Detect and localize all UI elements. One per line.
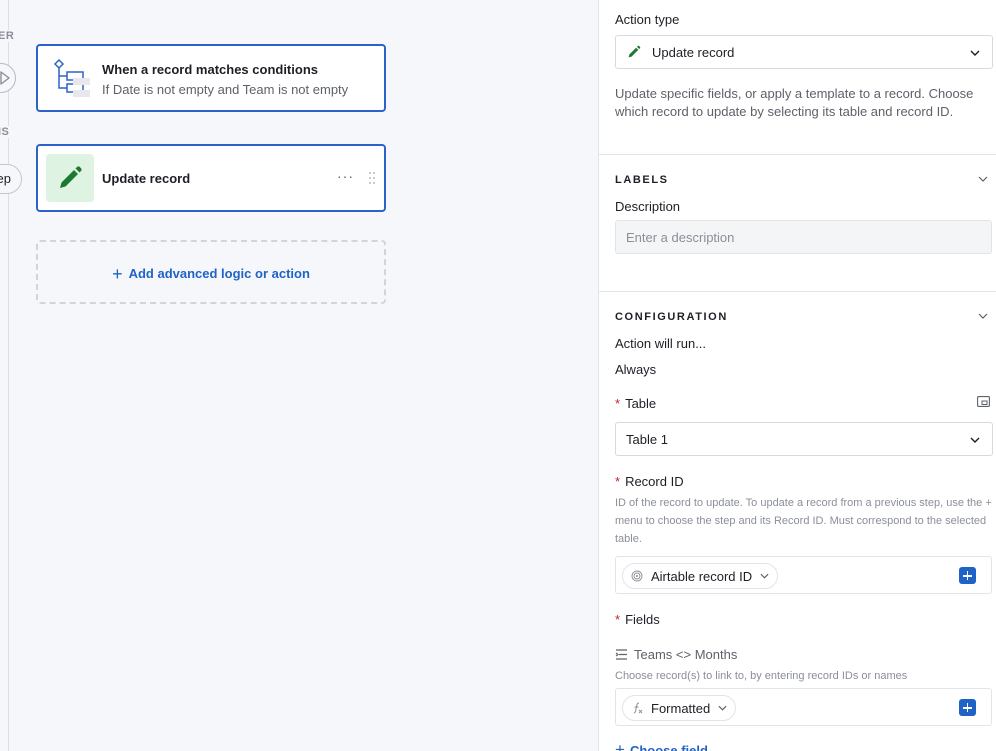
field-name: Teams <> Months [634, 647, 738, 662]
divider [599, 154, 996, 155]
insert-value-button[interactable] [959, 699, 976, 716]
record-id-help: ID of the record to update. To update a … [615, 497, 992, 545]
chevron-down-icon [760, 573, 769, 579]
formula-icon [633, 702, 643, 714]
rail-line [8, 0, 9, 751]
trigger-card[interactable]: When a record matches conditions If Date… [36, 44, 386, 112]
chevron-down-icon [718, 705, 727, 711]
trigger-title: When a record matches conditions [102, 62, 318, 77]
add-logic-label: Add advanced logic or action [128, 266, 310, 281]
conditions-trigger-icon [53, 58, 90, 97]
fields-label: * Fields [615, 612, 992, 627]
description-label: Description [615, 199, 681, 214]
record-id-token-label: Airtable record ID [651, 568, 753, 584]
play-icon [0, 71, 10, 85]
run-condition-value: Always [615, 362, 657, 377]
update-record-card[interactable]: Update record ··· [36, 144, 386, 212]
required-marker: * [615, 474, 621, 489]
chevron-down-icon[interactable] [978, 176, 988, 182]
choose-field-button[interactable]: + Choose field [615, 740, 992, 751]
action-config-panel: Action type Update record Update specifi… [598, 0, 996, 751]
plus-icon: + [112, 264, 123, 284]
chevron-down-icon[interactable] [978, 313, 988, 319]
action-type-label: Action type [615, 12, 680, 27]
record-id-token[interactable]: Airtable record ID [622, 563, 779, 589]
table-label: * Table [615, 396, 992, 411]
record-id-field[interactable]: Airtable record ID [615, 556, 992, 594]
required-marker: * [615, 396, 621, 411]
action-title: Update record [102, 171, 191, 186]
fields-label-text: Fields [625, 612, 660, 627]
test-step-button[interactable]: ep [0, 164, 22, 194]
table-select[interactable]: Table 1 [615, 422, 993, 456]
choose-field-label: Choose field [629, 743, 708, 751]
add-logic-button[interactable]: + Add advanced logic or action [36, 240, 386, 304]
linked-record-icon [615, 649, 627, 660]
record-id-label: * Record ID [615, 474, 992, 489]
action-type-description: Update specific fields, or apply a templ… [615, 86, 974, 119]
pencil-icon [628, 45, 641, 58]
actions-rail-label: IS [0, 126, 10, 138]
action-icon-tile [46, 154, 94, 202]
workflow-canvas: ER IS ep When a record matches condition… [0, 0, 598, 751]
formatted-token[interactable]: Formatted [622, 695, 737, 721]
configuration-section-heading[interactable]: CONFIGURATION [615, 311, 992, 323]
required-marker: * [615, 612, 621, 627]
record-id-label-text: Record ID [625, 474, 684, 489]
field-name-row: Teams <> Months [615, 647, 992, 662]
open-table-icon[interactable] [977, 396, 990, 407]
table-select-value: Table 1 [626, 432, 668, 447]
plus-icon: + [615, 740, 625, 751]
fingerprint-icon [631, 570, 643, 582]
trigger-rail-label: ER [0, 30, 15, 42]
insert-value-button[interactable] [959, 567, 976, 584]
run-condition-label: Action will run... [615, 336, 707, 351]
description-input-wrap [615, 220, 992, 254]
pencil-icon [60, 166, 82, 188]
action-type-select[interactable]: Update record [615, 35, 993, 69]
labels-section-heading[interactable]: LABELS [615, 174, 992, 186]
more-options-icon[interactable]: ··· [337, 168, 354, 184]
chevron-down-icon [970, 437, 980, 443]
trigger-subtitle: If Date is not empty and Team is not emp… [102, 82, 349, 97]
chevron-down-icon [970, 50, 980, 56]
table-label-text: Table [625, 396, 657, 411]
action-type-value: Update record [652, 45, 735, 60]
description-input[interactable] [616, 221, 991, 253]
drag-handle-icon[interactable] [368, 171, 376, 185]
formatted-token-label: Formatted [651, 700, 711, 716]
run-test-button[interactable] [0, 63, 16, 93]
field-help: Choose record(s) to link to, by entering… [615, 670, 908, 682]
field-value-field[interactable]: Formatted [615, 688, 992, 726]
divider [599, 291, 996, 292]
